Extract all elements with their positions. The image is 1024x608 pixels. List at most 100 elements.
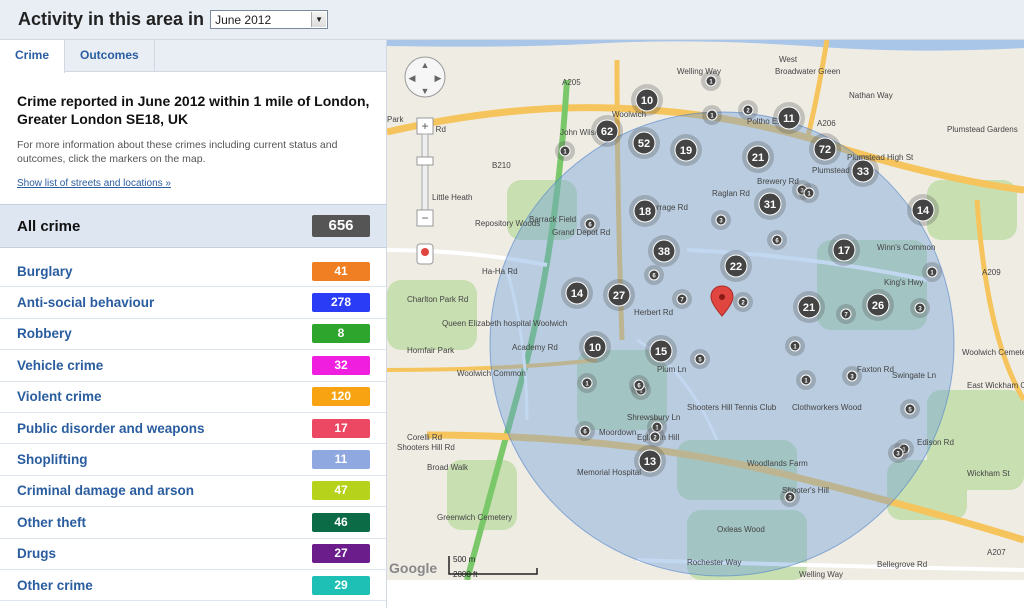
map-label: Corelli Rd	[407, 433, 442, 442]
map-label: A207	[987, 548, 1006, 557]
category-row[interactable]: Drugs 27	[0, 539, 386, 570]
crime-cluster-count: 33	[857, 166, 869, 178]
map-label: King's Hwy	[884, 278, 923, 287]
header-title: Activity in this area in	[18, 9, 205, 29]
category-name: Burglary	[17, 263, 73, 279]
search-radius-circle	[489, 111, 955, 577]
crime-cluster-count: 13	[644, 456, 656, 468]
scale-metric: 500 m	[453, 555, 476, 564]
crime-cluster-count: 10	[589, 342, 601, 354]
map-label: Memorial Hospital	[577, 468, 641, 477]
map-label: East Wickham Open Space	[967, 381, 1024, 390]
category-row[interactable]: Robbery 8	[0, 319, 386, 351]
map-label: A209	[982, 268, 1001, 277]
map-label: Queen Elizabeth hospital Woolwich	[442, 319, 567, 328]
tab-outcomes[interactable]: Outcomes	[65, 40, 155, 71]
crime-cluster-count: 38	[658, 246, 670, 258]
streets-list-link[interactable]: Show list of streets and locations »	[17, 178, 370, 189]
category-count-badge: 29	[312, 575, 370, 595]
map-label: Academy Rd	[512, 343, 558, 352]
category-count-badge: 278	[312, 293, 370, 313]
map-label: Welling Way	[799, 570, 843, 579]
pan-right-icon[interactable]: ▶	[435, 73, 442, 83]
crime-cluster-count: 19	[680, 145, 692, 157]
map-label: Grand Depot Rd	[552, 228, 610, 237]
category-count-badge: 27	[312, 544, 370, 564]
chevron-down-icon[interactable]: ▼	[311, 12, 327, 27]
scale-imperial: 2000 ft	[453, 570, 478, 579]
map-label: Rochester Way	[687, 558, 741, 567]
category-count-badge: 120	[312, 387, 370, 407]
map-label: Repository Woods	[475, 219, 540, 228]
crime-cluster-count: 31	[764, 199, 776, 211]
map-label: Charlton Park Rd	[407, 295, 468, 304]
map-label: Greenwich Cemetery	[437, 513, 512, 522]
category-row[interactable]: Anti-social behaviour 278	[0, 287, 386, 319]
period-select[interactable]: June 2012 ▼	[210, 10, 329, 29]
crime-cluster-count: 52	[638, 138, 650, 150]
map-canvas[interactable]: West Broadwater Green Welling Way Nathan Wa…	[387, 40, 1024, 580]
map-label: Brewery Rd	[757, 177, 799, 186]
crime-cluster-count: 27	[613, 290, 625, 302]
pan-down-icon[interactable]: ▼	[421, 86, 430, 96]
crime-cluster-count: 22	[730, 261, 742, 273]
map-label: West	[779, 55, 798, 64]
category-row[interactable]: Shoplifting 11	[0, 444, 386, 476]
category-count-badge: 17	[312, 418, 370, 438]
header-bar: Activity in this area in June 2012 ▼	[0, 0, 1024, 40]
crime-cluster-count: 21	[803, 302, 815, 314]
category-count-badge: 47	[312, 481, 370, 501]
map-label: Shooters Hill Tennis Club	[687, 403, 777, 412]
all-crime-count: 656	[312, 215, 370, 237]
all-crime-label: All crime	[17, 217, 81, 235]
category-row[interactable]: Burglary 41	[0, 256, 386, 288]
map-label: B210	[492, 161, 511, 170]
map-label: A205	[562, 78, 581, 87]
category-row[interactable]: Other crime 29	[0, 570, 386, 602]
map-label: Herbert Rd	[634, 308, 673, 317]
map-label: Ha-Ha Rd	[482, 267, 518, 276]
category-name: Shoplifting	[17, 452, 88, 468]
all-crime-row[interactable]: All crime 656	[0, 204, 386, 248]
category-count-badge: 41	[312, 261, 370, 281]
crime-cluster-count: 62	[601, 126, 613, 138]
category-row[interactable]: Vehicle crime 32	[0, 350, 386, 382]
map-label: Broad Walk	[427, 463, 469, 472]
zoom-out-icon: −	[421, 211, 428, 225]
category-row[interactable]: Criminal damage and arson 47	[0, 476, 386, 508]
map[interactable]: West Broadwater Green Welling Way Nathan Wa…	[387, 40, 1024, 580]
crime-cluster-count: 26	[872, 300, 884, 312]
category-row[interactable]: Violent crime 120	[0, 382, 386, 413]
crime-cluster-count: 11	[783, 113, 795, 125]
sidebar: Crime Outcomes Crime reported in June 20…	[0, 40, 387, 608]
pan-up-icon[interactable]: ▲	[421, 60, 430, 70]
map-label: Plumstead Gardens	[947, 125, 1018, 134]
river	[387, 40, 1024, 51]
crime-cluster-count: 21	[752, 152, 764, 164]
map-label: Broadwater Green	[775, 67, 840, 76]
info-description: For more information about these crimes …	[17, 139, 338, 165]
map-label: Clothworkers Wood	[792, 403, 862, 412]
category-name: Criminal damage and arson	[17, 483, 195, 499]
tab-crime[interactable]: Crime	[0, 40, 66, 73]
zoom-slider-handle[interactable]	[416, 156, 434, 166]
pan-left-icon[interactable]: ◀	[409, 73, 416, 83]
crime-cluster-count: 72	[819, 144, 831, 156]
zoom-in-icon: +	[421, 119, 428, 133]
category-name: Violent crime	[17, 389, 102, 405]
category-row[interactable]: Other theft 46	[0, 507, 386, 539]
info-heading: Crime reported in June 2012 within 1 mil…	[17, 93, 370, 127]
category-row[interactable]: Public disorder and weapons 17	[0, 413, 386, 445]
location-pin-dot	[719, 294, 725, 300]
category-list: Burglary 41 Anti-social behaviour 278 Robber…	[0, 256, 386, 602]
map-label: Wickham St	[967, 469, 1010, 478]
map-label: A206	[817, 119, 836, 128]
category-name: Vehicle crime	[17, 357, 104, 373]
category-name: Drugs	[17, 546, 57, 562]
crime-cluster-count: 14	[571, 288, 584, 300]
map-label: Faxton Rd	[857, 365, 894, 374]
category-name: Other crime	[17, 577, 93, 593]
zoom-slider[interactable]	[421, 133, 429, 211]
crime-cluster-count: 17	[838, 245, 850, 257]
map-label: Bellegrove Rd	[877, 560, 927, 569]
